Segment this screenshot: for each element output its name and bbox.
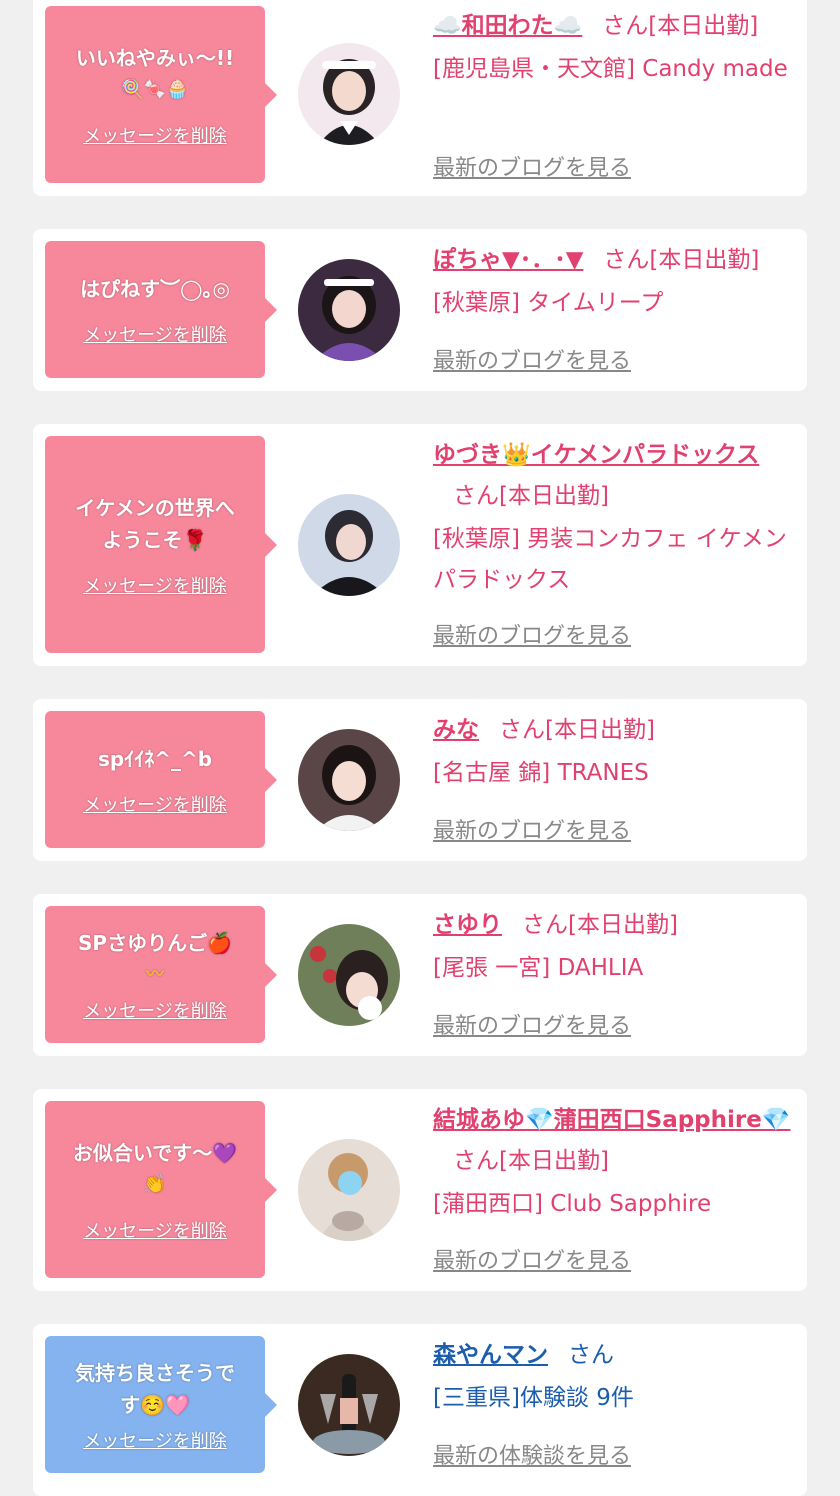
profile-info: ぽちゃ▼･．･▼ さん[本日出勤] [秋葉原] タイムリープ	[433, 240, 795, 324]
message-text: spｲｲﾈ^_^b	[97, 746, 213, 771]
message-card: はぴねす︶◯｡◎ メッセージを削除 ぽちゃ▼･．･▼ さん[本日出勤] [秋葉原]…	[33, 229, 807, 391]
message-text: SPさゆりんご🍎	[78, 930, 232, 955]
status-label: さん[本日出勤]	[603, 247, 760, 273]
blog-link[interactable]: 最新のブログを見る	[433, 1008, 631, 1040]
status-label: さん[本日出勤]	[453, 483, 609, 509]
profile-name-link[interactable]: ゆづき👑イケメンパラドックス	[433, 442, 759, 468]
profile-info: 結城あゆ💎蒲田西口Sapphire💎 さん[本日出勤] [蒲田西口] Club S…	[433, 1100, 795, 1225]
message-text-line2: す☺️🩷	[120, 1392, 190, 1417]
profile-info: みな さん[本日出勤] [名古屋 錦] TRANES	[433, 710, 795, 794]
shop-label: [秋葉原] 男装コンカフェ イケメンパラドックス	[433, 526, 787, 593]
delete-message-link[interactable]: メッセージを削除	[83, 321, 227, 347]
champagne-avatar-icon	[298, 1354, 400, 1456]
message-card: いいねやみぃ〜!! 🍭🍬🧁 メッセージを削除 ☁️和田わた☁️ さん[本日出勤] …	[33, 0, 807, 196]
delete-message-link[interactable]: メッセージを削除	[83, 572, 227, 598]
message-bubble: はぴねす︶◯｡◎ メッセージを削除	[45, 241, 277, 378]
status-label: さん[本日出勤]	[602, 13, 759, 39]
message-bubble: お似合いです〜💜 👏 メッセージを削除	[45, 1101, 277, 1278]
avatar[interactable]	[298, 494, 400, 596]
avatar[interactable]	[298, 729, 400, 831]
profile-name-link[interactable]: みな	[433, 717, 479, 743]
profile-name-link[interactable]: 結城あゆ💎蒲田西口Sapphire💎	[433, 1107, 791, 1133]
status-label: さん[本日出勤]	[522, 912, 678, 938]
girl-avatar-icon	[298, 729, 400, 831]
profile-name-link[interactable]: ☁️和田わた☁️	[433, 13, 582, 39]
shop-label: [三重県]体験談 9件	[433, 1385, 634, 1411]
profile-name-link[interactable]: さゆり	[433, 912, 502, 938]
shop-label: [名古屋 錦] TRANES	[433, 760, 649, 786]
girl-maid-avatar-icon	[298, 43, 400, 145]
delete-message-link[interactable]: メッセージを削除	[83, 122, 227, 148]
message-emoji: 👏	[143, 1173, 167, 1195]
blog-link[interactable]: 最新のブログを見る	[433, 618, 631, 650]
message-card: spｲｲﾈ^_^b メッセージを削除 みな さん[本日出勤] [名古屋 錦] TR…	[33, 699, 807, 861]
message-text: イケメンの世界へ	[75, 495, 235, 520]
blog-link[interactable]: 最新のブログを見る	[433, 813, 631, 845]
status-label: さん[本日出勤]	[499, 717, 655, 743]
message-text: いいねやみぃ〜!!	[75, 45, 235, 70]
blog-link[interactable]: 最新のブログを見る	[433, 343, 631, 375]
profile-info: 森やんマン さん [三重県]体験談 9件	[433, 1335, 795, 1419]
message-bubble: SPさゆりんご🍎 〰 メッセージを削除	[45, 906, 277, 1043]
shop-label: [鹿児島県・天文館] Candy made	[433, 56, 788, 82]
profile-name-link[interactable]: ぽちゃ▼･．･▼	[433, 247, 583, 273]
message-card: お似合いです〜💜 👏 メッセージを削除 結城あゆ💎蒲田西口Sapphire💎 さん…	[33, 1089, 807, 1291]
delete-message-link[interactable]: メッセージを削除	[83, 1427, 227, 1453]
message-text: 気持ち良さそうで	[75, 1360, 235, 1385]
host-avatar-icon	[298, 494, 400, 596]
message-card: SPさゆりんご🍎 〰 メッセージを削除 さゆり さん[本日出勤] [尾張 一宮] …	[33, 894, 807, 1056]
message-bubble: 気持ち良さそうで す☺️🩷 メッセージを削除	[45, 1336, 277, 1473]
avatar[interactable]	[298, 259, 400, 361]
blog-link[interactable]: 最新のブログを見る	[433, 150, 631, 182]
status-label: さん	[568, 1342, 614, 1368]
girl-maid-avatar-icon	[298, 259, 400, 361]
avatar[interactable]	[298, 1139, 400, 1241]
shop-label: [蒲田西口] Club Sapphire	[433, 1191, 712, 1217]
shop-label: [尾張 一宮] DAHLIA	[433, 955, 644, 981]
message-card: イケメンの世界へ ようこそ🌹 メッセージを削除 ゆづき👑イケメンパラドックスさん…	[33, 424, 807, 666]
profile-name-link[interactable]: 森やんマン	[433, 1342, 548, 1368]
shop-label: [秋葉原] タイムリープ	[433, 290, 664, 316]
blog-link[interactable]: 最新の体験談を見る	[433, 1438, 631, 1470]
message-card: 気持ち良さそうで す☺️🩷 メッセージを削除 森やんマン さん [三重県]体験談 …	[33, 1324, 807, 1496]
message-text-line2: ようこそ🌹	[102, 527, 208, 552]
delete-message-link[interactable]: メッセージを削除	[83, 1217, 227, 1243]
girl-dress-avatar-icon	[298, 1139, 400, 1241]
message-emoji: 〰	[146, 963, 164, 985]
girl-strawberry-avatar-icon	[298, 924, 400, 1026]
delete-message-link[interactable]: メッセージを削除	[83, 791, 227, 817]
message-bubble: spｲｲﾈ^_^b メッセージを削除	[45, 711, 277, 848]
profile-info: ゆづき👑イケメンパラドックスさん[本日出勤] [秋葉原] 男装コンカフェ イケメ…	[433, 435, 795, 601]
status-label: さん[本日出勤]	[453, 1148, 609, 1174]
blog-link[interactable]: 最新のブログを見る	[433, 1243, 631, 1275]
message-emoji: 🍭🍬🧁	[121, 78, 189, 100]
profile-info: ☁️和田わた☁️ さん[本日出勤] [鹿児島県・天文館] Candy made	[433, 6, 795, 90]
delete-message-link[interactable]: メッセージを削除	[83, 997, 227, 1023]
avatar[interactable]	[298, 43, 400, 145]
avatar[interactable]	[298, 1354, 400, 1456]
message-bubble: いいねやみぃ〜!! 🍭🍬🧁 メッセージを削除	[45, 6, 277, 183]
avatar[interactable]	[298, 924, 400, 1026]
profile-info: さゆり さん[本日出勤] [尾張 一宮] DAHLIA	[433, 905, 795, 989]
message-text: お似合いです〜💜	[72, 1140, 238, 1165]
message-text: はぴねす︶◯｡◎	[80, 276, 230, 301]
message-bubble: イケメンの世界へ ようこそ🌹 メッセージを削除	[45, 436, 277, 653]
